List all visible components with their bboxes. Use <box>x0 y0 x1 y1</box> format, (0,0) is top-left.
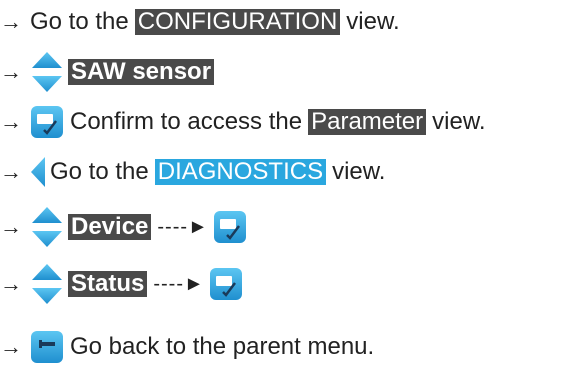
saw-sensor-label: SAW sensor <box>68 59 215 85</box>
line-text-after: view. <box>432 108 486 135</box>
parameter-view-label: Parameter <box>308 109 427 135</box>
diagnostics-view-label: DIAGNOSTICS <box>154 159 327 185</box>
line-text: Go back to the parent menu. <box>70 333 375 360</box>
up-down-arrow-icon <box>32 207 62 247</box>
arrow-glyph: → <box>0 9 22 34</box>
line-text: Go to the <box>50 158 149 185</box>
dashed-arrow: ----► <box>157 215 209 238</box>
up-down-arrow-icon <box>32 264 62 304</box>
back-arrow-icon <box>31 331 63 363</box>
line-text-after: view. <box>332 158 386 185</box>
confirm-check-icon <box>31 106 63 138</box>
arrow-glyph: → <box>0 109 22 134</box>
instruction-line-6: → Status ----► <box>0 262 249 306</box>
confirm-check-icon <box>209 268 242 300</box>
dashed-arrow: ----► <box>153 272 205 295</box>
instruction-line-1: → Go to the CONFIGURATION view. <box>0 0 400 44</box>
instruction-line-4: → Go to the DIAGNOSTICS view. <box>0 150 385 194</box>
arrow-glyph: → <box>0 159 22 184</box>
arrow-glyph: → <box>0 214 22 239</box>
line-text: Confirm to access the <box>70 108 303 135</box>
arrow-glyph: → <box>0 59 22 84</box>
configuration-view-label: CONFIGURATION <box>134 9 341 35</box>
confirm-check-icon <box>213 211 246 243</box>
up-down-arrow-icon <box>32 52 62 92</box>
arrow-glyph: → <box>0 334 22 359</box>
line-text-after: view. <box>346 8 400 35</box>
instruction-line-2: → SAW sensor <box>0 50 215 94</box>
device-label: Device <box>68 214 152 240</box>
arrow-glyph: → <box>0 271 22 296</box>
line-text: Go to the <box>30 8 129 35</box>
instruction-line-5: → Device ----► <box>0 205 253 249</box>
instruction-line-3: → Confirm to access the Parameter view. <box>0 100 486 144</box>
left-arrow-icon <box>31 157 45 187</box>
instruction-line-7: → Go back to the parent menu. <box>0 325 374 369</box>
status-label: Status <box>68 271 148 297</box>
